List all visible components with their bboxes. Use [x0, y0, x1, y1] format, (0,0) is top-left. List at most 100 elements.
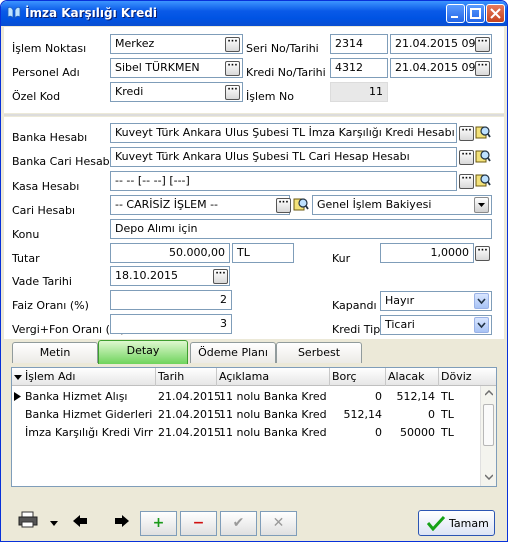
add-row-button[interactable]: + — [140, 511, 177, 536]
banka-cari-field[interactable]: Kuveyt Türk Ankara Ulus Şubesi TL Cari H… — [110, 147, 457, 167]
islem-no-field: 11 — [330, 82, 388, 102]
vade-label: Vade Tarihi — [12, 275, 72, 288]
column-header-doviz[interactable]: Döviz — [441, 370, 472, 383]
faiz-label: Faiz Oranı (%) — [12, 299, 89, 312]
table-row[interactable]: Banka Hizmet Alışı 21.04.2015 11 nolu Ba… — [12, 387, 482, 405]
close-button[interactable] — [486, 4, 505, 23]
seri-tarih-browse-button[interactable]: ··· — [475, 37, 490, 52]
kapandi-dropdown-button[interactable] — [474, 293, 489, 309]
tab-detay[interactable]: Detay — [98, 340, 188, 364]
cell-tarih: 21.04.2015 — [158, 408, 221, 421]
next-button[interactable] — [108, 511, 136, 537]
vade-browse-button[interactable]: ··· — [213, 269, 228, 284]
minimize-icon — [451, 16, 458, 18]
confirm-row-button[interactable]: ✔ — [220, 511, 257, 536]
arrow-left-icon — [73, 515, 87, 527]
lookup-icon[interactable] — [475, 124, 491, 140]
banka-cari-label: Banka Cari Hesabı — [12, 155, 113, 168]
tab-serbest-alanlar[interactable]: Serbest Alanlar — [276, 342, 362, 378]
app-icon — [7, 6, 21, 20]
print-button[interactable] — [14, 511, 42, 537]
kasa-browse-button[interactable]: ··· — [459, 174, 474, 189]
kapandi-label: Kapandı — [332, 299, 377, 312]
cari-bakiye-dropdown-button[interactable] — [474, 197, 489, 213]
vade-field[interactable]: 18.10.2015 — [110, 266, 230, 286]
minimize-button[interactable] — [446, 4, 465, 23]
cell-tarih: 21.04.2015 — [158, 390, 221, 403]
table-row[interactable]: İmza Karşılığı Kredi Virman 21.04.2015 1… — [12, 423, 482, 441]
bottom-toolbar: + − ✔ ✕ Tamam — [4, 501, 504, 541]
konu-field[interactable]: Depo Alımı için — [110, 219, 492, 239]
cancel-row-button[interactable]: ✕ — [260, 511, 297, 536]
column-divider — [155, 368, 156, 386]
vergi-label: Vergi+Fon Oranı (%) — [12, 323, 125, 336]
cari-field[interactable]: -- CARİSİZ İŞLEM -- — [110, 195, 290, 215]
cari-label: Cari Hesabı — [12, 204, 76, 217]
islem-noktasi-field[interactable]: Merkez — [110, 34, 243, 54]
kasa-field[interactable]: -- -- [-- --] [---] — [110, 171, 457, 191]
banka-hesabi-field[interactable]: Kuveyt Türk Ankara Ulus Şubesi TL İmza K… — [110, 123, 457, 143]
title-bar[interactable]: İmza Karşılığı Kredi — [1, 1, 507, 26]
cell-islem: Banka Hizmet Giderleri — [25, 408, 153, 421]
column-header-islem[interactable]: İşlem Adı — [25, 370, 75, 383]
previous-button[interactable] — [66, 511, 94, 537]
tutar-field[interactable]: 50.000,00 — [110, 243, 230, 263]
cari-bakiye-select[interactable]: Genel İşlem Bakiyesi — [312, 195, 492, 215]
scroll-thumb[interactable] — [483, 404, 494, 446]
ozel-kod-label: Özel Kod — [12, 90, 61, 103]
faiz-field[interactable]: 2 — [110, 290, 232, 310]
vergi-field[interactable]: 3 — [110, 314, 232, 334]
tab-metin[interactable]: Metin — [12, 342, 98, 363]
column-divider — [438, 368, 439, 386]
cell-aciklama: 11 nolu Banka Kredisi — [219, 426, 327, 439]
chevron-down-icon — [477, 322, 486, 329]
grid-vertical-scrollbar[interactable] — [480, 386, 496, 486]
column-divider — [216, 368, 217, 386]
lookup-icon[interactable] — [475, 148, 491, 164]
cari-browse-button[interactable]: ··· — [276, 198, 291, 213]
islem-noktasi-label: İşlem Noktası — [12, 42, 87, 55]
seri-no-field[interactable]: 2314 — [330, 34, 388, 54]
cell-doviz: TL — [441, 426, 454, 439]
column-header-borc[interactable]: Borç — [332, 370, 357, 383]
tab-odeme-plani[interactable]: Ödeme Planı — [190, 342, 276, 363]
kur-browse-button[interactable]: ··· — [475, 246, 490, 261]
kredi-tarih-browse-button[interactable]: ··· — [475, 61, 490, 76]
personel-adi-browse-button[interactable]: ··· — [225, 61, 240, 76]
scroll-up-icon[interactable] — [485, 390, 493, 396]
personel-adi-field[interactable]: Sibel TÜRKMEN — [110, 58, 243, 78]
banka-cari-browse-button[interactable]: ··· — [459, 150, 474, 165]
banka-hesabi-browse-button[interactable]: ··· — [459, 126, 474, 141]
lookup-icon[interactable] — [475, 172, 491, 188]
cell-islem: Banka Hizmet Alışı — [25, 390, 128, 403]
detail-grid[interactable]: İşlem Adı Tarih Açıklama Borç Alacak Döv… — [11, 367, 497, 487]
islem-no-label: İşlem No — [246, 90, 294, 103]
ozel-kod-browse-button[interactable]: ··· — [225, 85, 240, 100]
table-row[interactable]: Banka Hizmet Giderleri 21.04.2015 11 nol… — [12, 405, 482, 423]
column-header-aciklama[interactable]: Açıklama — [219, 370, 269, 383]
scroll-down-icon[interactable] — [485, 474, 493, 480]
window: İmza Karşılığı Kredi İşlem Noktası Merke… — [0, 0, 508, 542]
islem-noktasi-browse-button[interactable]: ··· — [225, 37, 240, 52]
currency-field[interactable]: TL — [232, 243, 294, 263]
cell-alacak: 50000 — [400, 426, 435, 439]
cell-borc: 0 — [375, 390, 382, 403]
cell-islem: İmza Karşılığı Kredi Virman — [25, 426, 153, 439]
kredi-no-field[interactable]: 4312 — [330, 58, 388, 78]
kredi-tipi-dropdown-button[interactable] — [474, 317, 489, 333]
kur-field[interactable]: 1,0000 — [380, 243, 474, 263]
ozel-kod-field[interactable]: Kredi — [110, 82, 243, 102]
print-options-button[interactable] — [40, 511, 68, 537]
cell-tarih: 21.04.2015 — [158, 426, 221, 439]
ok-button[interactable]: Tamam — [418, 510, 495, 536]
chevron-down-icon — [477, 298, 486, 305]
column-header-alacak[interactable]: Alacak — [388, 370, 424, 383]
section-divider — [4, 114, 504, 116]
cell-borc: 0 — [375, 426, 382, 439]
lookup-icon[interactable] — [293, 196, 309, 212]
grid-header: İşlem Adı Tarih Açıklama Borç Alacak Döv… — [12, 368, 496, 386]
remove-row-button[interactable]: − — [180, 511, 217, 536]
maximize-button[interactable] — [466, 4, 485, 23]
cell-aciklama: 11 nolu Banka Kredisi — [219, 390, 327, 403]
column-header-tarih[interactable]: Tarih — [158, 370, 184, 383]
